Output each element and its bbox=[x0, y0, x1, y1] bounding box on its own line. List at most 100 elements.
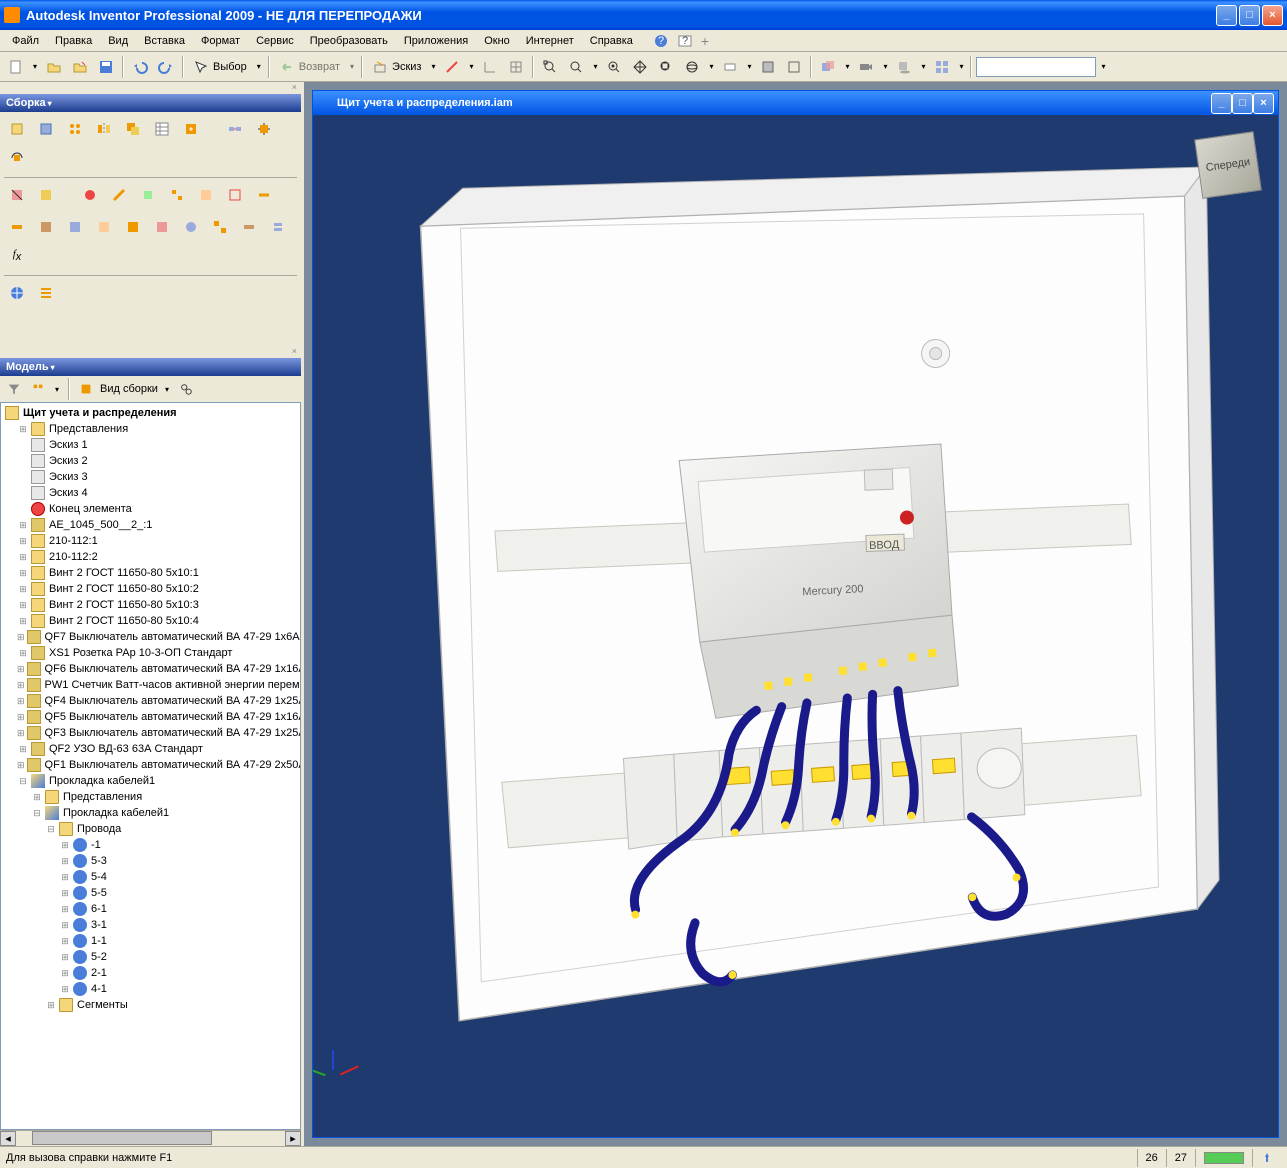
asm-b6[interactable] bbox=[149, 214, 175, 240]
scene-3d[interactable]: ВВОД Mercury 200 bbox=[313, 115, 1278, 1137]
tree-node[interactable]: Конец элемента bbox=[3, 501, 298, 517]
lookat-dropdown[interactable]: ▾ bbox=[744, 62, 754, 71]
undo-button[interactable] bbox=[128, 55, 152, 79]
tree-node[interactable]: ⊞Представления bbox=[3, 789, 298, 805]
expand-icon[interactable]: ⊞ bbox=[59, 984, 71, 995]
asm-pattern-button[interactable] bbox=[62, 116, 88, 142]
tree-node[interactable]: ⊞1-1 bbox=[3, 933, 298, 949]
expand-icon[interactable]: ⊞ bbox=[17, 712, 25, 723]
asm-b2[interactable] bbox=[33, 214, 59, 240]
asm-tool7[interactable] bbox=[193, 182, 219, 208]
menu-help[interactable]: Справка bbox=[582, 33, 641, 49]
tree-node[interactable]: ⊞QF1 Выключатель автоматический ВА 47-29… bbox=[3, 757, 298, 773]
model-tree[interactable]: Щит учета и распределения ⊞Представления… bbox=[0, 402, 301, 1130]
asm-b3[interactable] bbox=[62, 214, 88, 240]
asm-replace-button[interactable] bbox=[178, 116, 204, 142]
coordinate-triad[interactable] bbox=[333, 1077, 373, 1117]
doc-close-button[interactable]: × bbox=[1253, 93, 1274, 114]
menu-internet[interactable]: Интернет bbox=[518, 33, 582, 49]
tree-node[interactable]: ⊞XS1 Розетка РАр 10-3-ОП Стандарт bbox=[3, 645, 298, 661]
asm-tool9[interactable] bbox=[251, 182, 277, 208]
tree-node[interactable]: Эскиз 3 bbox=[3, 469, 298, 485]
expand-icon[interactable]: ⊞ bbox=[17, 664, 25, 675]
asm-place-button[interactable] bbox=[4, 116, 30, 142]
asm-b9[interactable] bbox=[236, 214, 262, 240]
asm-rotate-button[interactable] bbox=[4, 145, 30, 171]
panel-grip[interactable]: × bbox=[0, 82, 301, 94]
view-mode-dropdown[interactable]: ▾ bbox=[162, 385, 172, 394]
status-pin-icon[interactable] bbox=[1252, 1149, 1281, 1167]
select-dropdown[interactable]: ▾ bbox=[254, 62, 264, 71]
save-button[interactable] bbox=[94, 55, 118, 79]
expand-icon[interactable]: ⊞ bbox=[17, 744, 29, 755]
asm-b5[interactable] bbox=[120, 214, 146, 240]
expand-icon[interactable]: ⊞ bbox=[17, 616, 29, 627]
menu-insert[interactable]: Вставка bbox=[136, 33, 193, 49]
tree-node[interactable]: Эскиз 2 bbox=[3, 453, 298, 469]
expand-icon[interactable]: ⊞ bbox=[17, 648, 29, 659]
model-panel-header[interactable]: Модель ▾ bbox=[0, 358, 301, 376]
zoom-window-button[interactable] bbox=[538, 55, 562, 79]
asm-tool4[interactable] bbox=[106, 182, 132, 208]
web-help-icon[interactable]: ? bbox=[677, 33, 693, 49]
shade-button[interactable] bbox=[756, 55, 780, 79]
tree-node[interactable]: ⊟Провода bbox=[3, 821, 298, 837]
tree-node[interactable]: ⊞QF2 УЗО ВД-63 63А Стандарт bbox=[3, 741, 298, 757]
shadow-button[interactable] bbox=[892, 55, 916, 79]
menu-view[interactable]: Вид bbox=[100, 33, 136, 49]
document-titlebar[interactable]: Щит учета и распределения.iam _ □ × bbox=[313, 91, 1278, 115]
tree-node[interactable]: ⊞PW1 Счетчик Ватт-часов активной энергии… bbox=[3, 677, 298, 693]
tree-node[interactable]: ⊞6-1 bbox=[3, 901, 298, 917]
wireframe-button[interactable] bbox=[782, 55, 806, 79]
open-button[interactable] bbox=[42, 55, 66, 79]
expand-icon[interactable]: ⊞ bbox=[59, 840, 71, 851]
material-input[interactable] bbox=[976, 57, 1096, 77]
expand-icon[interactable]: ⊞ bbox=[59, 856, 71, 867]
tree-opts-button[interactable] bbox=[28, 379, 48, 399]
model-panel-grip[interactable]: × bbox=[0, 346, 301, 358]
help-icon[interactable]: ? bbox=[653, 33, 669, 49]
menu-convert[interactable]: Преобразовать bbox=[302, 33, 396, 49]
tree-node[interactable]: ⊞-1 bbox=[3, 837, 298, 853]
expand-icon[interactable]: ⊞ bbox=[31, 792, 43, 803]
zoom-selected-button[interactable] bbox=[602, 55, 626, 79]
asm-b8[interactable] bbox=[207, 214, 233, 240]
asm-create-button[interactable] bbox=[33, 116, 59, 142]
tree-node[interactable]: ⊟Прокладка кабелей1 bbox=[3, 773, 298, 789]
find-button[interactable] bbox=[176, 379, 196, 399]
expand-icon[interactable]: ⊞ bbox=[17, 600, 29, 611]
pan-button[interactable] bbox=[628, 55, 652, 79]
zoom-button[interactable] bbox=[564, 55, 588, 79]
tree-node[interactable]: ⊞Винт 2 ГОСТ 11650-80 5x10:1 bbox=[3, 565, 298, 581]
expand-icon[interactable]: ⊞ bbox=[17, 680, 25, 691]
asm-constrain-button[interactable] bbox=[222, 116, 248, 142]
zoom-dropdown[interactable]: ▾ bbox=[590, 62, 600, 71]
tree-node[interactable]: ⊞AE_1045_500__2_:1 bbox=[3, 517, 298, 533]
collapse-icon[interactable]: ⊟ bbox=[31, 808, 43, 819]
tree-node[interactable]: ⊞5-3 bbox=[3, 853, 298, 869]
tree-node[interactable]: ⊞Представления bbox=[3, 421, 298, 437]
tree-node[interactable]: ⊞QF5 Выключатель автоматический ВА 47-29… bbox=[3, 709, 298, 725]
asm-bom-button[interactable] bbox=[149, 116, 175, 142]
asm-tool2[interactable] bbox=[33, 182, 59, 208]
camera-button[interactable] bbox=[854, 55, 878, 79]
tool-slice[interactable] bbox=[440, 55, 464, 79]
viewcube[interactable]: Спереди bbox=[1194, 131, 1262, 199]
window-minimize-button[interactable]: _ bbox=[1216, 5, 1237, 26]
tree-node[interactable]: ⊞QF7 Выключатель автоматический ВА 47-29… bbox=[3, 629, 298, 645]
expand-icon[interactable]: ⊞ bbox=[17, 584, 29, 595]
viewport[interactable]: ВВОД Mercury 200 bbox=[313, 115, 1278, 1137]
asm-b1[interactable] bbox=[4, 214, 30, 240]
menu-format[interactable]: Формат bbox=[193, 33, 248, 49]
asm-b4[interactable] bbox=[91, 214, 117, 240]
menu-file[interactable]: Файл bbox=[4, 33, 47, 49]
expand-icon[interactable]: ⊞ bbox=[59, 872, 71, 883]
zoom-all-button[interactable] bbox=[654, 55, 678, 79]
expand-icon[interactable]: ⊞ bbox=[17, 520, 29, 531]
expand-icon[interactable]: ⊞ bbox=[59, 888, 71, 899]
shadow-dropdown[interactable]: ▾ bbox=[918, 62, 928, 71]
window-maximize-button[interactable]: □ bbox=[1239, 5, 1260, 26]
tree-node[interactable]: ⊞Винт 2 ГОСТ 11650-80 5x10:2 bbox=[3, 581, 298, 597]
window-close-button[interactable]: × bbox=[1262, 5, 1283, 26]
tree-node[interactable]: ⊞QF4 Выключатель автоматический ВА 47-29… bbox=[3, 693, 298, 709]
